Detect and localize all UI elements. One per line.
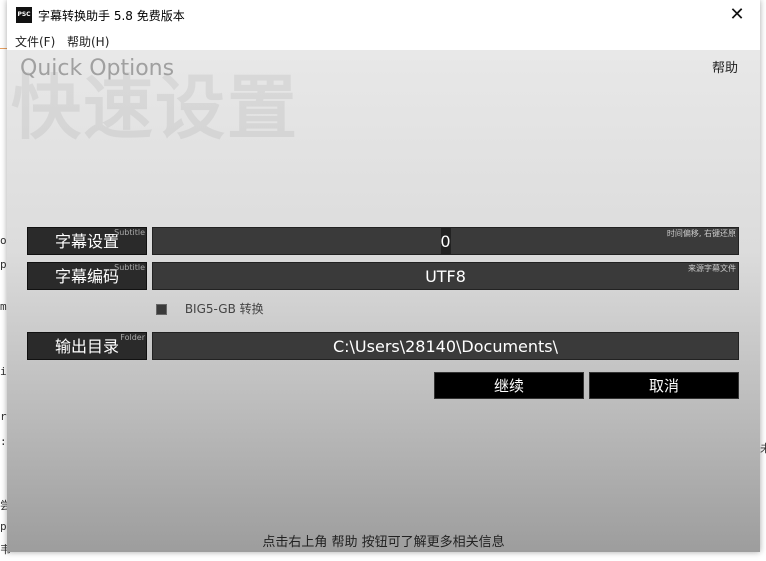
window-title: 字幕转换助手 5.8 免费版本 (38, 9, 185, 23)
subtitle-settings-label: 字幕设置 (54, 232, 119, 251)
background-fragment: o (0, 234, 7, 247)
checkbox-icon[interactable] (156, 304, 167, 315)
quick-options-panel: 快速设置 Quick Options 帮助 字幕设置 Subtitle 0 时间… (7, 50, 760, 552)
big5-convert-label: BIG5-GB 转换 (184, 302, 264, 316)
subtitle-settings-button[interactable]: 字幕设置 Subtitle (27, 227, 147, 255)
encoding-hint: 来源字幕文件 (688, 264, 736, 273)
background-fragment: p (0, 258, 7, 271)
subtitle-encoding-label: 字幕编码 (54, 267, 119, 286)
subtitle-encoding-button[interactable]: 字幕编码 Subtitle (27, 262, 147, 290)
continue-button[interactable]: 继续 (434, 372, 584, 399)
background-fragment: r (0, 410, 7, 423)
big5-convert-option[interactable]: BIG5-GB 转换 (156, 300, 264, 317)
background-fragment: p (0, 520, 7, 533)
menu-bar: 文件(F) 帮助(H) (7, 30, 760, 50)
app-window: PSC 字幕转换助手 5.8 免费版本 ✕ 文件(F) 帮助(H) 快速设置 Q… (7, 0, 760, 552)
close-button[interactable]: ✕ (714, 0, 760, 30)
output-dir-value: C:\Users\28140\Documents\ (332, 337, 559, 356)
close-icon: ✕ (729, 4, 745, 25)
background-fragment: m (0, 300, 7, 313)
menu-file[interactable]: 文件(F) (15, 33, 55, 50)
encoding-select[interactable]: UTF8 来源字幕文件 (152, 262, 739, 290)
subtitle-tag: Subtitle (114, 263, 145, 272)
footer-hint: 点击右上角 帮助 按钮可了解更多相关信息 (262, 535, 505, 550)
output-dir-label: 输出目录 (54, 337, 119, 356)
menu-help[interactable]: 帮助(H) (67, 33, 109, 50)
subtitle-tag: Subtitle (114, 228, 145, 237)
folder-tag: Folder (120, 333, 145, 342)
time-offset-hint: 时间偏移, 右键还原 (666, 229, 736, 238)
app-logo-icon: PSC (16, 7, 32, 23)
help-button[interactable]: 帮助 (712, 57, 738, 76)
cancel-button[interactable]: 取消 (589, 372, 739, 399)
page-title: Quick Options (20, 56, 175, 81)
time-offset-value: 0 (440, 232, 451, 251)
title-bar: PSC 字幕转换助手 5.8 免费版本 ✕ (7, 0, 760, 30)
background-fragment: i (0, 365, 7, 378)
encoding-value: UTF8 (425, 267, 466, 286)
background-fragment: : (0, 435, 7, 448)
output-dir-field[interactable]: C:\Users\28140\Documents\ (152, 332, 739, 360)
output-dir-button[interactable]: 输出目录 Folder (27, 332, 147, 360)
background-fragment: 未 (760, 442, 766, 455)
time-offset-slider[interactable]: 0 时间偏移, 右键还原 (152, 227, 739, 255)
